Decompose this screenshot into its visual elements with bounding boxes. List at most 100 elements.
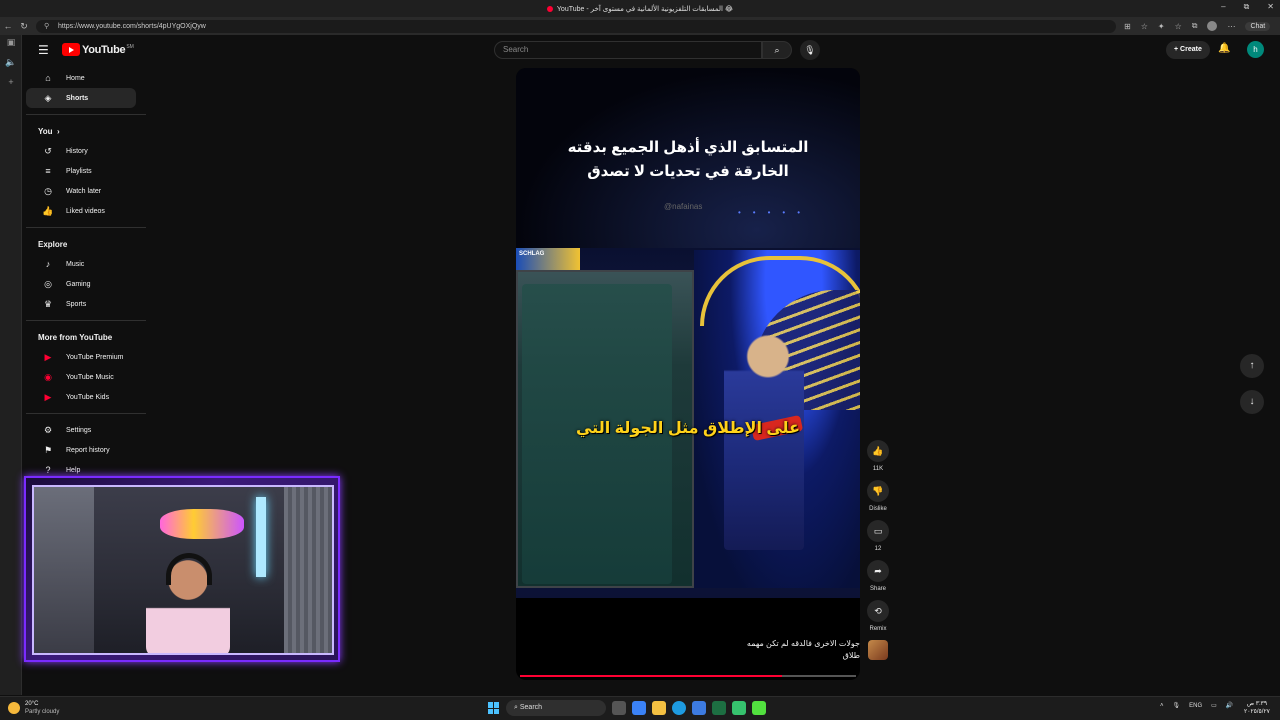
tab-title[interactable]: YouTube - المسابقات التلفزيونية الألماني… <box>557 5 733 13</box>
reload-icon[interactable]: ↻ <box>16 21 32 32</box>
notifications-icon[interactable]: 🔔 <box>1218 43 1230 54</box>
tab-actions-icon[interactable]: ▣ <box>0 37 22 55</box>
excel-icon[interactable] <box>712 701 726 715</box>
windows-start-icon[interactable] <box>488 702 500 714</box>
volume-icon[interactable]: 🔊 <box>1226 702 1233 709</box>
thumb-up-icon: 👍 <box>867 440 889 462</box>
chevron-up-icon[interactable]: ˄ <box>1160 703 1164 709</box>
weather-widget[interactable]: 20°C Partly cloudy <box>8 700 59 716</box>
youtube-premium-icon: ▶ <box>44 351 52 362</box>
system-tray: ˄ 🎙 ENG ▭ 🔊 <box>1160 702 1233 710</box>
menu-icon[interactable]: ☰ <box>38 43 49 57</box>
sidebar-item-liked-videos[interactable]: 👍 Liked videos <box>26 201 136 221</box>
divider <box>26 114 146 115</box>
windows-taskbar: 20°C Partly cloudy ⌕ Search ˄ 🎙 ENG ▭ 🔊 … <box>0 696 1280 720</box>
voice-search-button[interactable]: 🎙 <box>800 40 820 60</box>
apps-icon[interactable]: ⊞ <box>1124 22 1131 31</box>
stage-lights: ••••• <box>738 208 813 217</box>
dislike-label: Dislike <box>869 506 887 512</box>
sidebar-item-home[interactable]: ⌂ Home <box>26 68 136 88</box>
clock-date: ٢٠٢٥/٥/٢٧ <box>1244 709 1270 715</box>
youtube-logo[interactable]: YouTube SM <box>62 43 134 56</box>
comments-button[interactable]: ▭ 12 <box>864 520 892 552</box>
arrow-down-icon: ↓ <box>1249 396 1255 407</box>
youtube-kids-icon: ▶ <box>44 391 52 402</box>
file-explorer-icon[interactable] <box>652 701 666 715</box>
sidebar-section-explore: Explore <box>38 239 68 249</box>
restore-button[interactable]: ⧉ <box>1244 2 1250 12</box>
help-icon: ? <box>45 465 51 475</box>
temperature: 20°C <box>25 701 39 707</box>
search-icon: ⌕ <box>774 45 780 55</box>
search-input[interactable]: Search <box>494 41 762 59</box>
arrow-up-icon: ↑ <box>1249 360 1255 371</box>
sidebar-item-sports[interactable]: ♛ Sports <box>26 294 136 314</box>
sidebar-item-music[interactable]: ♪ Music <box>26 254 136 274</box>
kick-icon[interactable] <box>752 701 766 715</box>
sidebar-item-playlists[interactable]: ≡ Playlists <box>26 161 136 181</box>
sidebar-item-youtube-kids[interactable]: ▶ YouTube Kids <box>26 387 136 407</box>
language-indicator[interactable]: ENG <box>1189 703 1202 709</box>
extensions-icon[interactable]: ✦ <box>1158 22 1165 31</box>
contestant <box>724 330 804 550</box>
collections-icon[interactable]: ⧉ <box>1192 21 1198 31</box>
app-icon[interactable] <box>732 701 746 715</box>
profile-avatar[interactable] <box>1207 21 1218 31</box>
remix-button[interactable]: ⟲ Remix <box>864 600 892 632</box>
shorts-icon: ◈ <box>44 92 52 103</box>
video-progress-bar[interactable] <box>520 675 856 677</box>
sidebar-section-more: More from YouTube <box>38 332 113 342</box>
create-button[interactable]: + Create <box>1166 41 1210 59</box>
sidebar-item-settings[interactable]: ⚙ Settings <box>26 420 136 440</box>
edge-browser-icon[interactable] <box>672 701 686 715</box>
webcam-window-blinds <box>284 487 332 653</box>
sidebar-item-history[interactable]: ↺ History <box>26 141 136 161</box>
audio-tab-icon[interactable]: 🔈 <box>0 57 22 75</box>
shorts-player[interactable]: المتسابق الذي أذهل الجميع بدقته الخارقة … <box>516 68 860 680</box>
sidebar-item-gaming[interactable]: ◎ Gaming <box>26 274 136 294</box>
sound-button[interactable] <box>864 640 892 660</box>
dislike-button[interactable]: 👎 Dislike <box>864 480 892 512</box>
sidebar-item-report-history[interactable]: ⚑ Report history <box>26 440 136 460</box>
gamepad-icon: ◎ <box>44 278 52 289</box>
divider <box>26 413 146 414</box>
address-bar[interactable]: ⚲ https://www.youtube.com/shorts/4pUYgOX… <box>36 19 1116 33</box>
previous-short-button[interactable]: ↑ <box>1240 354 1264 378</box>
new-tab-icon[interactable]: + <box>0 77 22 95</box>
mic-tray-icon[interactable]: 🎙 <box>1173 702 1181 709</box>
next-short-button[interactable]: ↓ <box>1240 390 1264 414</box>
user-avatar[interactable]: h <box>1247 41 1264 58</box>
close-button[interactable]: ✕ <box>1267 2 1274 12</box>
site-info-icon[interactable]: ⚲ <box>44 20 49 33</box>
playlists-icon: ≡ <box>45 166 51 176</box>
minimize-button[interactable]: – <box>1221 2 1225 12</box>
sidebar-item-shorts[interactable]: ◈ Shorts <box>26 88 136 108</box>
webcam-light-panel <box>256 497 266 577</box>
task-view-icon[interactable] <box>612 701 626 715</box>
favorites-icon[interactable]: ☆ <box>1175 22 1182 31</box>
taskbar-search-label: Search <box>519 704 543 711</box>
logo-wordmark: YouTube <box>82 43 126 56</box>
taskbar-search[interactable]: ⌕ Search <box>506 700 606 716</box>
divider <box>26 227 146 228</box>
clock[interactable]: ٣:٣٩ ص ٢٠٢٥/٥/٢٧ <box>1244 700 1270 716</box>
sidebar-section-you[interactable]: You › <box>22 121 146 141</box>
copilot-chat-button[interactable]: Chat <box>1245 21 1271 31</box>
star-icon[interactable]: ☆ <box>1141 22 1148 31</box>
subtitle-line-1: جولات الاخرى فالدقه لم تكن مهمه <box>746 639 860 648</box>
sidebar-item-watch-later[interactable]: ◷ Watch later <box>26 181 136 201</box>
copilot-icon[interactable] <box>632 701 646 715</box>
more-icon[interactable]: ⋯ <box>1227 22 1235 31</box>
share-button[interactable]: ➦ Share <box>864 560 892 592</box>
store-icon[interactable] <box>692 701 706 715</box>
taskbar-apps: ⌕ Search <box>488 700 766 716</box>
sidebar-item-youtube-music[interactable]: ◉ YouTube Music <box>26 367 136 387</box>
channel-handle: @nafainas <box>664 202 703 211</box>
search-button[interactable]: ⌕ <box>762 41 792 59</box>
like-button[interactable]: 👍 11K <box>864 440 892 472</box>
share-icon: ➦ <box>867 560 889 582</box>
webcam-overlay <box>24 476 340 662</box>
network-icon[interactable]: ▭ <box>1211 702 1217 709</box>
sidebar-item-youtube-premium[interactable]: ▶ YouTube Premium <box>26 347 136 367</box>
back-icon[interactable]: ← <box>0 21 16 31</box>
